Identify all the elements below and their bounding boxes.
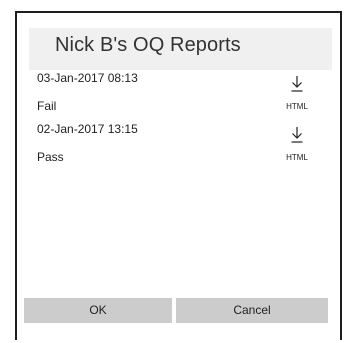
download-html-button[interactable]: HTML: [279, 126, 315, 164]
download-label: HTML: [286, 153, 308, 162]
report-date: 03-Jan-2017 08:13: [37, 71, 138, 85]
ok-button[interactable]: OK: [24, 298, 172, 323]
page: Nick B's OQ Reports 03-Jan-2017 08:13 Fa…: [0, 0, 362, 343]
dialog-title: Nick B's OQ Reports: [55, 34, 241, 56]
reports-dialog: Nick B's OQ Reports 03-Jan-2017 08:13 Fa…: [15, 11, 342, 340]
report-item: 03-Jan-2017 08:13 Fail HTML: [37, 71, 327, 121]
report-item: 02-Jan-2017 13:15 Pass HTML: [37, 122, 327, 172]
download-label: HTML: [286, 102, 308, 111]
report-status: Pass: [37, 150, 64, 164]
cancel-button[interactable]: Cancel: [176, 298, 328, 323]
download-icon: [291, 127, 303, 143]
report-status: Fail: [37, 99, 57, 113]
report-date: 02-Jan-2017 13:15: [37, 122, 138, 136]
download-html-button[interactable]: HTML: [279, 75, 315, 113]
download-icon: [291, 76, 303, 92]
title-bar: Nick B's OQ Reports: [29, 28, 332, 70]
